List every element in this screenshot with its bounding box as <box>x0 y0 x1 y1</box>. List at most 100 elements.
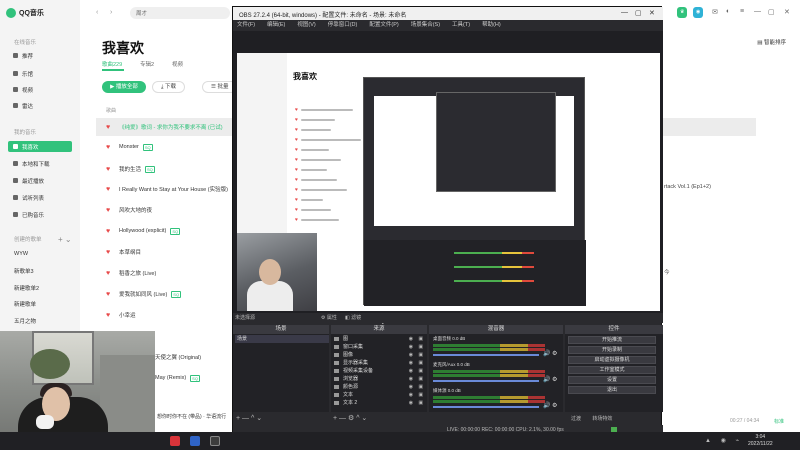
start-recording-button[interactable]: 开始录制 <box>568 346 656 354</box>
lock-icon[interactable]: ▣ <box>418 367 423 375</box>
playlist-item[interactable]: 新建歌单 <box>14 300 36 308</box>
menu-edit[interactable]: 编辑(E) <box>267 20 285 31</box>
visibility-icon[interactable]: ◉ <box>409 351 413 359</box>
visibility-icon[interactable]: ◉ <box>409 391 413 399</box>
virtual-camera-button[interactable]: 启动虚拟摄像机 <box>568 356 656 364</box>
song-row[interactable]: ♥ Hollywood (explicit) SQ <box>106 226 181 236</box>
source-item[interactable]: 文本 ◉ ▣ <box>333 391 425 399</box>
menu-icon[interactable]: ≡ <box>740 8 744 15</box>
heart-icon[interactable]: ♥ <box>106 166 115 173</box>
lock-icon[interactable]: ▣ <box>418 391 423 399</box>
heart-icon[interactable]: ♥ <box>106 144 115 151</box>
lock-icon[interactable]: ▣ <box>418 351 423 359</box>
tab-videos[interactable]: 视频 <box>172 60 183 68</box>
visibility-icon[interactable]: ◉ <box>409 343 413 351</box>
download-button[interactable]: ⤓ 下载 <box>152 81 185 93</box>
minimize-icon[interactable]: — <box>621 9 628 16</box>
tab-albums[interactable]: 专辑2 <box>140 60 154 68</box>
song-row[interactable]: ♥ 小幸运 <box>106 310 136 320</box>
visibility-icon[interactable]: ◉ <box>409 399 413 407</box>
volume-slider[interactable] <box>433 380 539 382</box>
smart-sort-button[interactable]: ▤ 智能排序 <box>757 38 786 46</box>
menu-tools[interactable]: 工具(T) <box>452 20 470 31</box>
song-row[interactable]: ♥ 我的生活 SQ <box>106 164 155 174</box>
sidebar-item-local[interactable]: 本地和下载 <box>8 158 72 169</box>
studio-mode-button[interactable]: 工作室模式 <box>568 366 656 374</box>
scene-item[interactable]: 场景 <box>235 335 330 343</box>
minimize-icon[interactable]: — <box>754 8 761 15</box>
gear-icon[interactable]: ⚙ <box>552 402 557 409</box>
netease-music-icon[interactable] <box>170 436 180 446</box>
source-item[interactable]: 图 ◉ ▣ <box>333 335 425 343</box>
properties-button[interactable]: ⚙ 属性 <box>321 313 337 323</box>
mail-icon[interactable]: ✉ <box>712 8 718 16</box>
heart-icon[interactable]: ♥ <box>106 228 115 235</box>
sidebar-item-recommend[interactable]: 推荐 <box>8 50 72 61</box>
maximize-icon[interactable]: ▢ <box>635 9 642 17</box>
source-item[interactable]: 窗口采集 ◉ ▣ <box>333 343 425 351</box>
lock-icon[interactable]: ▣ <box>418 399 423 407</box>
visibility-icon[interactable]: ◉ <box>409 367 413 375</box>
maximize-icon[interactable]: ▢ <box>768 8 775 16</box>
add-playlist-icon[interactable]: + ⌄ <box>58 235 72 244</box>
source-item[interactable]: 视频采集设备 ◉ ▣ <box>333 367 425 375</box>
speaker-icon[interactable]: 🔊 <box>543 402 550 409</box>
menu-help[interactable]: 帮助(H) <box>482 20 501 31</box>
song-row[interactable]: ♥ 稻香之旅 (Live) <box>106 268 156 278</box>
member-badge[interactable]: ◉ <box>693 7 704 18</box>
volume-slider[interactable] <box>433 406 539 408</box>
lock-icon[interactable]: ▣ <box>418 359 423 367</box>
start-streaming-button[interactable]: 开始推流 <box>568 336 656 344</box>
heart-icon[interactable]: ♥ <box>106 291 115 298</box>
speaker-icon[interactable]: 🔊 <box>543 350 550 357</box>
heart-icon[interactable]: ♥ <box>106 186 115 193</box>
playlist-item[interactable]: WYW <box>14 251 28 257</box>
source-item[interactable]: 颜色源 ◉ ▣ <box>333 383 425 391</box>
playlist-item[interactable]: 新歌单3 <box>14 267 34 275</box>
menu-profile[interactable]: 配置文件(P) <box>369 20 398 31</box>
source-item[interactable]: 浏览器 ◉ ▣ <box>333 375 425 383</box>
lock-icon[interactable]: ▣ <box>418 335 423 343</box>
playlist-item[interactable]: 新建歌单2 <box>14 284 39 292</box>
search-input[interactable]: 周才 <box>130 7 230 19</box>
menu-scene-collection[interactable]: 场景集合(S) <box>411 20 440 31</box>
song-row[interactable]: ♥ Monster SQ <box>106 142 153 152</box>
close-icon[interactable]: ✕ <box>649 9 655 17</box>
heart-icon[interactable]: ♥ <box>106 207 115 214</box>
menu-view[interactable]: 视图(V) <box>297 20 315 31</box>
now-playing-title[interactable]: 想你时你不在 (带品) · 华语流行 <box>157 414 230 421</box>
skin-icon[interactable]: ◐ <box>726 8 730 15</box>
song-row[interactable]: May (Remix) SQ <box>155 373 200 383</box>
heart-icon[interactable]: ♥ <box>106 249 115 256</box>
sidebar-item-video[interactable]: 视频 <box>8 84 72 95</box>
sidebar-item-music-hall[interactable]: 乐馆 <box>8 68 72 79</box>
transition-select[interactable]: 转场特效 <box>592 416 612 422</box>
heart-icon[interactable]: ♥ <box>106 124 115 131</box>
lock-icon[interactable]: ▣ <box>418 383 423 391</box>
tab-songs[interactable]: 歌曲229 <box>102 60 122 68</box>
song-row[interactable]: ♥ I Really Want to Stay at Your House (实验… <box>106 184 228 194</box>
sidebar-item-recent[interactable]: 最近播放 <box>8 175 72 186</box>
obs-taskbar-icon[interactable] <box>210 436 220 446</box>
visibility-icon[interactable]: ◉ <box>409 383 413 391</box>
vip-badge[interactable]: ♛ <box>677 7 688 18</box>
gear-icon[interactable]: ⚙ <box>552 376 557 383</box>
source-item[interactable]: 图像 ◉ ▣ <box>333 351 425 359</box>
visibility-icon[interactable]: ◉ <box>409 375 413 383</box>
obs-preview-canvas[interactable]: 我喜欢 ♥ ♥ ♥ ♥ ♥ ♥ ♥ ♥ ♥ ♥ ♥ ♥ <box>233 31 663 326</box>
song-row[interactable]: ♥ 风吹大地的夜 <box>106 205 152 215</box>
back-icon[interactable]: ‹ <box>96 9 98 16</box>
gear-icon[interactable]: ⚙ <box>552 350 557 357</box>
play-all-button[interactable]: ▶ 播放全部 <box>102 81 146 93</box>
lock-icon[interactable]: ▣ <box>418 375 423 383</box>
visibility-icon[interactable]: ◉ <box>409 335 413 343</box>
browser-icon[interactable] <box>190 436 200 446</box>
speaker-icon[interactable]: 🔊 <box>543 376 550 383</box>
sidebar-item-queue[interactable]: 试听列表 <box>8 192 72 203</box>
source-item[interactable]: 文本 2 ◉ ▣ <box>333 399 425 407</box>
visibility-icon[interactable]: ◉ <box>409 359 413 367</box>
song-row[interactable]: ♥ 《纯爱》歌词 - 求你为我不要求不离 (已试) <box>106 122 223 132</box>
heart-icon[interactable]: ♥ <box>106 270 115 277</box>
playlist-item[interactable]: 五月之物 <box>14 317 36 325</box>
song-row[interactable]: ♥ 爱我就如同风 (Live) SQ <box>106 289 182 299</box>
